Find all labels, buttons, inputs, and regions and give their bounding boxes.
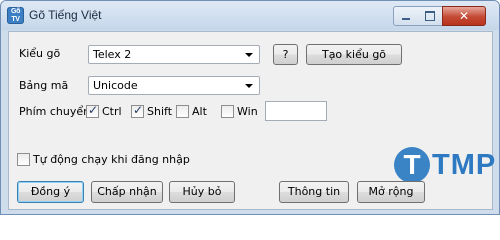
alt-checkbox[interactable] xyxy=(176,105,189,118)
hotkey-input[interactable] xyxy=(265,101,327,121)
app-icon-bottom-text: TV xyxy=(11,16,20,23)
minimize-icon xyxy=(402,18,410,20)
autostart-label: Tự động chạy khi đăng nhập xyxy=(33,153,190,166)
tao-kieu-go-button[interactable]: Tạo kiểu gõ xyxy=(306,44,402,65)
ctrl-label: Ctrl xyxy=(102,105,122,118)
kieu-go-select[interactable]: Telex 2 xyxy=(88,45,260,64)
bang-ma-select[interactable]: Unicode xyxy=(88,76,260,95)
title-bar[interactable]: Gõ TV Gõ Tiếng Việt ✕ xyxy=(1,1,499,30)
chevron-down-icon xyxy=(245,53,253,57)
chevron-down-icon xyxy=(245,84,253,88)
maximize-icon xyxy=(425,11,435,21)
watermark-letter: T xyxy=(394,147,430,183)
help-button[interactable]: ? xyxy=(273,44,298,65)
bang-ma-value: Unicode xyxy=(93,79,138,92)
thong-tin-button[interactable]: Thông tin xyxy=(279,181,349,203)
alt-label: Alt xyxy=(192,105,207,118)
ctrl-checkbox[interactable]: ✓ xyxy=(86,103,99,118)
win-checkbox[interactable] xyxy=(221,105,234,118)
kieu-go-label: Kiểu gõ xyxy=(19,47,61,60)
app-icon-top-text: Gõ xyxy=(10,8,21,15)
app-icon[interactable]: Gõ TV xyxy=(7,7,24,24)
mo-rong-button[interactable]: Mở rộng xyxy=(357,181,425,203)
dong-y-button[interactable]: Đồng ý xyxy=(17,181,84,203)
watermark-text: TMP xyxy=(432,149,497,181)
phim-chuyen-label: Phím chuyển xyxy=(19,105,91,118)
dialog-window: Gõ TV Gõ Tiếng Việt ✕ Kiểu gõ Telex 2 ? … xyxy=(0,0,500,215)
close-button[interactable]: ✕ xyxy=(442,6,486,26)
huy-bo-button[interactable]: Hủy bỏ xyxy=(169,181,235,203)
window-title: Gõ Tiếng Việt xyxy=(29,8,102,22)
win-label: Win xyxy=(237,105,258,118)
minimize-button[interactable] xyxy=(393,6,419,26)
autostart-checkbox[interactable] xyxy=(17,153,30,166)
checkmark-icon: ✓ xyxy=(133,103,144,117)
maximize-button[interactable] xyxy=(418,6,443,26)
dialog-content: Kiểu gõ Telex 2 ? Tạo kiểu gõ Bảng mã Un… xyxy=(8,31,497,210)
checkmark-icon: ✓ xyxy=(88,103,99,117)
shift-checkbox[interactable]: ✓ xyxy=(131,103,144,118)
chap-nhan-button[interactable]: Chấp nhận xyxy=(91,181,163,203)
kieu-go-value: Telex 2 xyxy=(93,48,132,61)
shift-label: Shift xyxy=(147,105,173,118)
close-icon: ✕ xyxy=(458,9,470,23)
bang-ma-label: Bảng mã xyxy=(19,79,69,92)
